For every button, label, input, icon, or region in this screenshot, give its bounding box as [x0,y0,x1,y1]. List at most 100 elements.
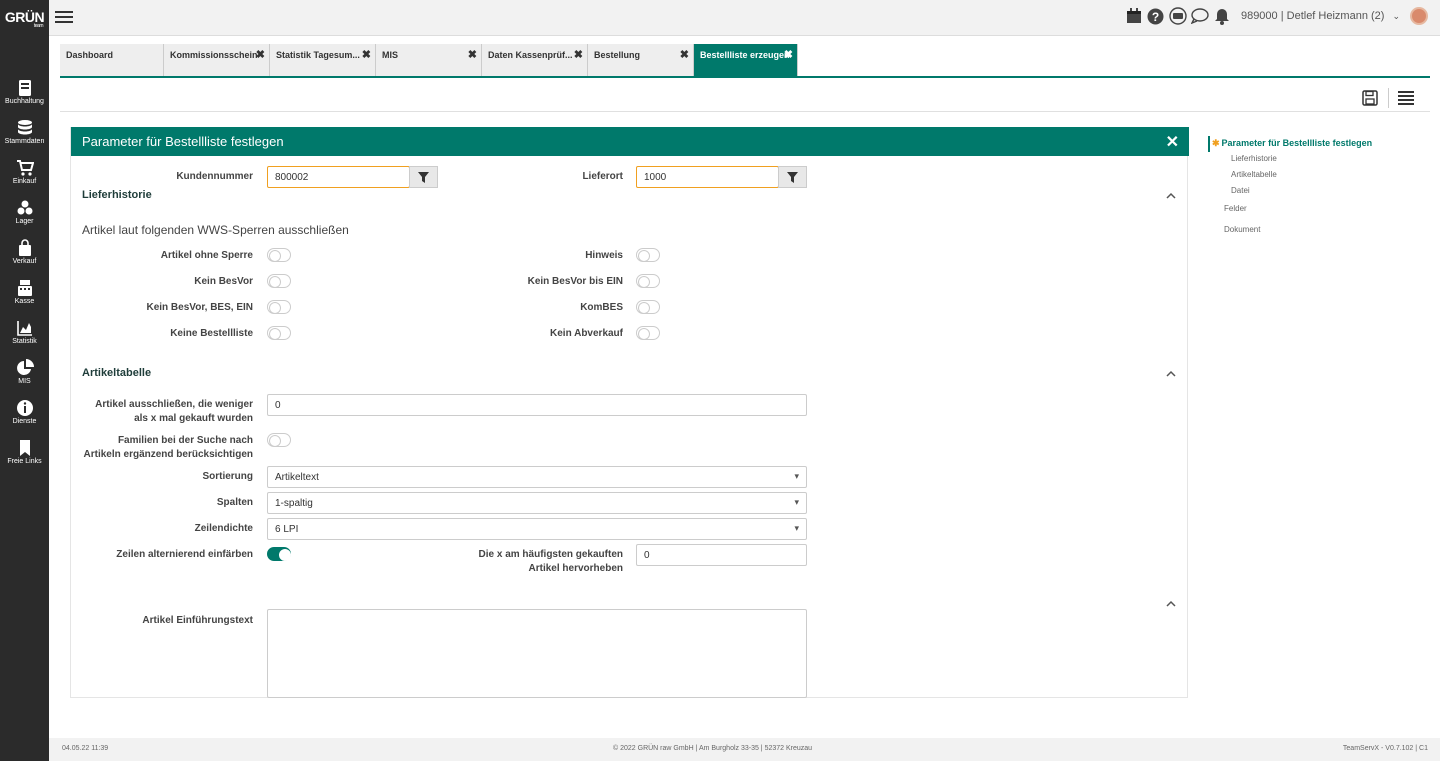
zeilendichte-label: Zeilendichte [194,523,253,534]
bell-icon[interactable] [1213,7,1231,25]
toggle-kein-abverkauf[interactable] [636,326,660,340]
close-icon[interactable]: ✕ [1166,132,1179,152]
sidebar-item-mis[interactable]: MIS [0,357,49,397]
einfuehrung-label: Artikel Einführungstext [142,615,253,626]
sidebar-item-stammdaten[interactable]: Stammdaten [0,117,49,157]
save-icon[interactable] [1362,90,1378,111]
tab-dashboard[interactable]: Dashboard [60,44,164,77]
filter-icon [787,171,798,183]
nav-item-felder[interactable]: Felder [1224,204,1247,213]
toggle-label: Kein Abverkauf [550,328,623,339]
sidebar-item-kasse[interactable]: Kasse [0,277,49,317]
user-menu[interactable]: 989000 | Detlef Heizmann (2) [1241,10,1385,22]
calendar-icon[interactable] [1125,7,1143,25]
sortierung-select[interactable]: Artikeltext [267,466,807,488]
chevron-down-icon[interactable]: ⌄ [1392,11,1400,22]
close-icon[interactable]: ✖ [468,48,477,61]
zeilendichte-select[interactable]: 6 LPI [267,518,807,540]
sidebar-item-freie-links[interactable]: Freie Links [0,437,49,477]
chevron-up-icon[interactable] [1166,191,1176,201]
toggle-keine-bestellliste[interactable] [267,326,291,340]
kundennummer-filter-button[interactable] [409,166,438,188]
hervorheben-input[interactable]: 0 [636,544,807,566]
toggle-label: Kein BesVor, BES, EIN [146,302,253,313]
footer-version: TeamServX - V0.7.102 | C1 [1342,745,1428,752]
chevron-up-icon[interactable] [1166,599,1176,609]
list-icon[interactable] [1398,90,1414,111]
top-icons: ? 989000 | Detlef Heizmann (2) ⌄ [1125,7,1428,25]
hervorheben-label: Die x am häufigsten gekauften Artikel her… [478,549,623,574]
toggle-label: Keine Bestellliste [170,328,253,339]
toggle-zeilen-alternierend[interactable] [267,547,291,561]
toggle-kombes[interactable] [636,300,660,314]
parameter-panel: Parameter für Bestellliste festlegen ✕ K… [70,127,1189,698]
sidebar-item-verkauf[interactable]: Verkauf [0,237,49,277]
toolbar-divider [1388,88,1389,108]
tab-mis[interactable]: MIS ✖ [376,44,482,77]
kundennummer-input[interactable]: 800002 [267,166,410,188]
database-icon [17,120,32,135]
bag-icon [18,239,31,256]
spalten-select[interactable]: 1-spaltig [267,492,807,514]
avatar[interactable] [1410,7,1428,25]
toggle-hinweis[interactable] [636,248,660,262]
area-chart-icon [16,321,32,336]
menu-toggle-icon[interactable] [55,8,73,26]
nav-item-parameter[interactable]: ✱ Parameter für Bestellliste festlegen [1212,138,1372,149]
main-sidebar: GRÜN team Buchhaltung Stammdaten Einkauf … [0,0,49,761]
kundennummer-label: Kundennummer [176,171,253,182]
tab-bestellung[interactable]: Bestellung ✖ [588,44,694,77]
sidebar-item-buchhaltung[interactable]: Buchhaltung [0,77,49,117]
sidebar-item-einkauf[interactable]: Einkauf [0,157,49,197]
familien-label: Familien bei der Suche nach Artikeln ergä… [83,435,254,460]
sidebar-item-lager[interactable]: Lager [0,197,49,237]
footer-timestamp: 04.05.22 11:39 [62,745,109,752]
toggle-label: KomBES [580,302,623,313]
footer-copyright: © 2022 GRÜN raw GmbH | Am Burgholz 33-35… [613,745,813,752]
nav-item-lieferhistorie[interactable]: Lieferhistorie [1231,154,1277,163]
close-icon[interactable]: ✖ [362,48,371,61]
panel-title: Parameter für Bestellliste festlegen [82,134,284,149]
section-lieferhistorie: Lieferhistorie [82,189,152,201]
tab-statistik[interactable]: Statistik Tagesum... ✖ [270,44,376,77]
einfuehrung-textarea[interactable] [267,609,807,698]
exclude-count-input[interactable]: 0 [267,394,807,416]
book-icon [18,80,31,96]
tab-bestellliste-erzeugen[interactable]: Bestellliste erzeugen ✖ [694,44,798,77]
exclude-label: Artikel ausschließen, die weniger als x m… [95,399,253,424]
bookmark-icon [19,440,30,456]
close-icon[interactable]: ✖ [256,48,265,61]
filter-icon [418,171,429,183]
asterisk-icon: ✱ [1212,138,1220,148]
app-logo[interactable]: GRÜN team [0,0,49,36]
toggle-kein-besvor-bis-ein[interactable] [636,274,660,288]
keyboard-icon[interactable] [1169,7,1187,25]
chat-icon[interactable] [1190,7,1209,25]
pie-chart-icon [16,359,34,375]
tab-kommissionsschein[interactable]: Kommissionsschein ✖ [164,44,270,77]
toggle-label: Kein BesVor bis EIN [527,276,623,287]
lieferort-filter-button[interactable] [778,166,807,188]
close-icon[interactable]: ✖ [784,48,793,61]
main-content: Parameter für Bestellliste festlegen ✕ K… [60,78,1430,698]
close-icon[interactable]: ✖ [574,48,583,61]
toggle-kein-besvor-bes-ein[interactable] [267,300,291,314]
boxes-icon [17,200,32,215]
nav-item-datei[interactable]: Datei [1231,186,1250,195]
chevron-up-icon[interactable] [1166,369,1176,379]
toggle-artikel-ohne-sperre[interactable] [267,248,291,262]
sidebar-item-statistik[interactable]: Statistik [0,317,49,357]
toggle-label: Artikel ohne Sperre [160,250,253,261]
toggle-kein-besvor[interactable] [267,274,291,288]
help-icon[interactable]: ? [1147,7,1165,25]
tab-daten-kassenpruef[interactable]: Daten Kassenprüf... ✖ [482,44,588,77]
toggle-familien[interactable] [267,433,291,447]
section-artikeltabelle: Artikeltabelle [82,367,152,379]
sidebar-item-dienste[interactable]: Dienste [0,397,49,437]
toggle-label: Hinweis [585,250,623,261]
close-icon[interactable]: ✖ [680,48,689,61]
nav-item-artikeltabelle[interactable]: Artikeltabelle [1231,170,1277,179]
nav-item-dokument[interactable]: Dokument [1224,225,1260,234]
alternierend-label: Zeilen alternierend einfärben [116,549,253,560]
lieferort-input[interactable]: 1000 [636,166,779,188]
